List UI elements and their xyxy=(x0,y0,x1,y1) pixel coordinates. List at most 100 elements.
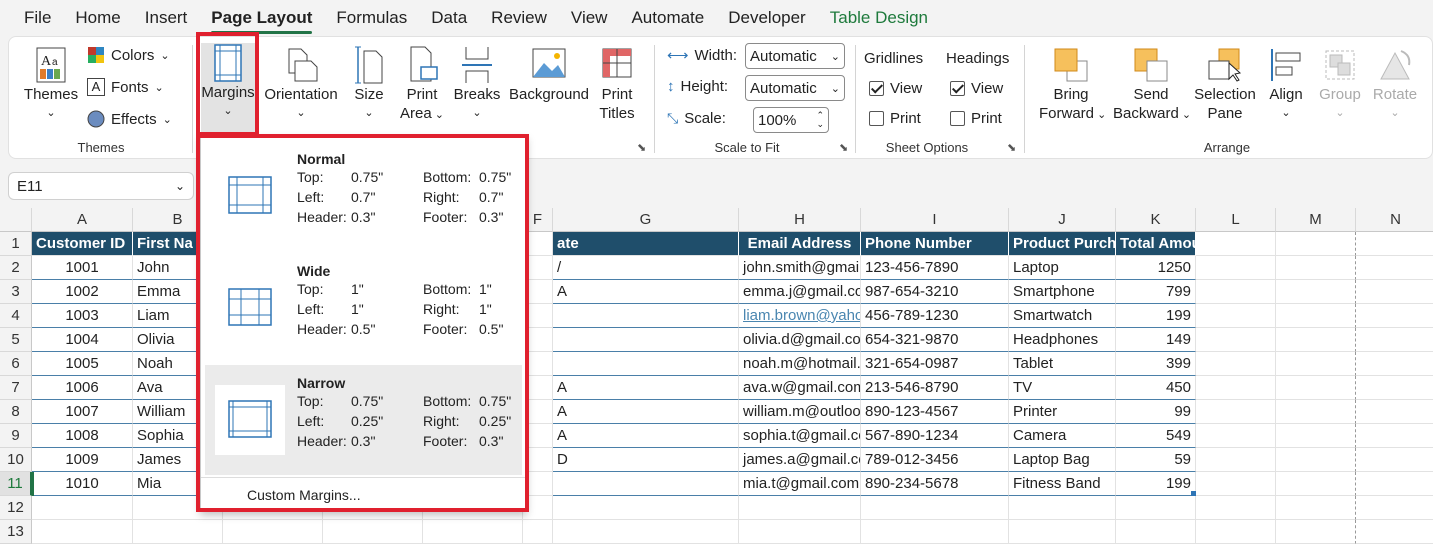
headings-print-checkbox[interactable]: Print xyxy=(950,110,1002,127)
table-header-email[interactable]: Email Address xyxy=(739,232,861,256)
table-cell-email[interactable]: john.smith@gmail.com xyxy=(739,256,861,280)
cell[interactable] xyxy=(1196,400,1276,424)
table-cell-product[interactable]: TV xyxy=(1009,376,1116,400)
cell[interactable] xyxy=(1356,232,1433,256)
table-cell-customer-id[interactable]: 1007 xyxy=(32,400,133,424)
cell[interactable] xyxy=(1276,496,1356,520)
cell[interactable] xyxy=(1276,448,1356,472)
table-cell-phone[interactable]: 654-321-9870 xyxy=(861,328,1009,352)
table-cell-email[interactable]: james.a@gmail.com xyxy=(739,448,861,472)
width-select[interactable]: Automatic ⌄ xyxy=(745,43,845,69)
table-cell-email[interactable]: emma.j@gmail.com xyxy=(739,280,861,304)
headings-view-checkbox[interactable]: View xyxy=(950,80,1003,97)
column-header-M[interactable]: M xyxy=(1276,208,1356,232)
row-header-6[interactable]: 6 xyxy=(0,352,32,376)
cell[interactable] xyxy=(1356,376,1433,400)
rotate-button[interactable]: Rotate ⌄ xyxy=(1369,45,1421,123)
group-button[interactable]: Group ⌄ xyxy=(1315,45,1365,123)
cell[interactable] xyxy=(1276,328,1356,352)
cell[interactable] xyxy=(523,304,553,328)
margins-option-wide[interactable]: Wide Top: 1" Bottom: 1" Left: 1" Right: 1" Hea… xyxy=(205,253,522,363)
cell[interactable] xyxy=(1356,472,1433,496)
cell[interactable] xyxy=(1009,496,1116,520)
table-cell-product[interactable]: Printer xyxy=(1009,400,1116,424)
table-cell-product[interactable]: Camera xyxy=(1009,424,1116,448)
table-cell-date[interactable]: A xyxy=(553,280,739,304)
table-cell-customer-id[interactable]: 1005 xyxy=(32,352,133,376)
table-cell-total[interactable]: 149 xyxy=(1116,328,1196,352)
table-cell-total[interactable]: 549 xyxy=(1116,424,1196,448)
cell[interactable] xyxy=(323,520,423,544)
tab-developer[interactable]: Developer xyxy=(728,8,806,28)
table-cell-product[interactable]: Laptop Bag xyxy=(1009,448,1116,472)
tab-page-layout[interactable]: Page Layout xyxy=(211,8,313,34)
background-button[interactable]: Background xyxy=(507,45,591,104)
table-cell-total[interactable]: 199 xyxy=(1116,304,1196,328)
tab-view[interactable]: View xyxy=(571,8,608,28)
themes-button[interactable]: Aa Themes ⌄ xyxy=(21,45,81,123)
cell[interactable] xyxy=(523,376,553,400)
row-header-11[interactable]: 11 xyxy=(0,472,32,496)
table-header-product[interactable]: Product Purchased xyxy=(1009,232,1116,256)
table-cell-email[interactable]: william.m@outlook.com xyxy=(739,400,861,424)
table-cell-date[interactable] xyxy=(553,472,739,496)
cell[interactable] xyxy=(1356,256,1433,280)
cell[interactable] xyxy=(1356,304,1433,328)
table-cell-total[interactable]: 199 xyxy=(1116,472,1196,496)
table-cell-email[interactable]: sophia.t@gmail.com xyxy=(739,424,861,448)
column-header-A[interactable]: A xyxy=(32,208,133,232)
scale-spinner[interactable]: 100% ⌃ ⌄ xyxy=(753,107,829,133)
cell[interactable] xyxy=(32,496,133,520)
cell[interactable] xyxy=(1196,448,1276,472)
table-cell-email[interactable]: liam.brown@yahoo.com xyxy=(739,304,861,328)
cell[interactable] xyxy=(1196,304,1276,328)
print-area-button[interactable]: Print Area ⌄ xyxy=(397,45,447,125)
cell[interactable] xyxy=(1196,472,1276,496)
table-cell-total[interactable]: 399 xyxy=(1116,352,1196,376)
cell[interactable] xyxy=(1196,280,1276,304)
table-cell-date[interactable] xyxy=(553,352,739,376)
gridlines-view-checkbox[interactable]: View xyxy=(869,80,922,97)
cell[interactable] xyxy=(1356,520,1433,544)
cell[interactable] xyxy=(223,520,323,544)
row-header-1[interactable]: 1 xyxy=(0,232,32,256)
column-header-I[interactable]: I xyxy=(861,208,1009,232)
selection-pane-button[interactable]: Selection Pane xyxy=(1193,45,1257,123)
page-setup-launcher-icon[interactable]: ⬊ xyxy=(637,141,646,154)
cell[interactable] xyxy=(423,520,523,544)
cell[interactable] xyxy=(523,352,553,376)
cell[interactable] xyxy=(523,520,553,544)
cell[interactable] xyxy=(1276,400,1356,424)
margins-button[interactable]: Margins ⌄ xyxy=(201,43,255,133)
table-header-date[interactable]: ate xyxy=(553,232,739,256)
table-cell-total[interactable]: 450 xyxy=(1116,376,1196,400)
cell[interactable] xyxy=(1356,328,1433,352)
table-cell-total[interactable]: 99 xyxy=(1116,400,1196,424)
row-header-10[interactable]: 10 xyxy=(0,448,32,472)
column-header-G[interactable]: G xyxy=(553,208,739,232)
tab-table-design[interactable]: Table Design xyxy=(830,8,928,28)
cell[interactable] xyxy=(523,280,553,304)
gridlines-print-checkbox[interactable]: Print xyxy=(869,110,921,127)
table-cell-phone[interactable]: 213-546-8790 xyxy=(861,376,1009,400)
name-box[interactable]: E11 ⌄ xyxy=(8,172,194,200)
cell[interactable] xyxy=(523,424,553,448)
cell[interactable] xyxy=(1196,376,1276,400)
colors-button[interactable]: Colors ⌄ xyxy=(87,46,170,64)
table-header-phone[interactable]: Phone Number xyxy=(861,232,1009,256)
tab-data[interactable]: Data xyxy=(431,8,467,28)
cell[interactable] xyxy=(1276,232,1356,256)
cell[interactable] xyxy=(553,496,739,520)
cell[interactable] xyxy=(1356,352,1433,376)
cell[interactable] xyxy=(1276,472,1356,496)
table-cell-email[interactable]: olivia.d@gmail.com xyxy=(739,328,861,352)
table-cell-product[interactable]: Fitness Band xyxy=(1009,472,1116,496)
table-cell-product[interactable]: Smartphone xyxy=(1009,280,1116,304)
custom-margins-item[interactable]: Custom Margins... xyxy=(247,487,361,503)
margins-option-normal[interactable]: Normal Top: 0.75" Bottom: 0.75" Left: 0.7" Ri… xyxy=(205,141,522,251)
cell[interactable] xyxy=(739,496,861,520)
cell[interactable] xyxy=(523,448,553,472)
table-header-total[interactable]: Total Amount xyxy=(1116,232,1196,256)
align-button[interactable]: Align ⌄ xyxy=(1263,45,1309,123)
table-cell-customer-id[interactable]: 1004 xyxy=(32,328,133,352)
